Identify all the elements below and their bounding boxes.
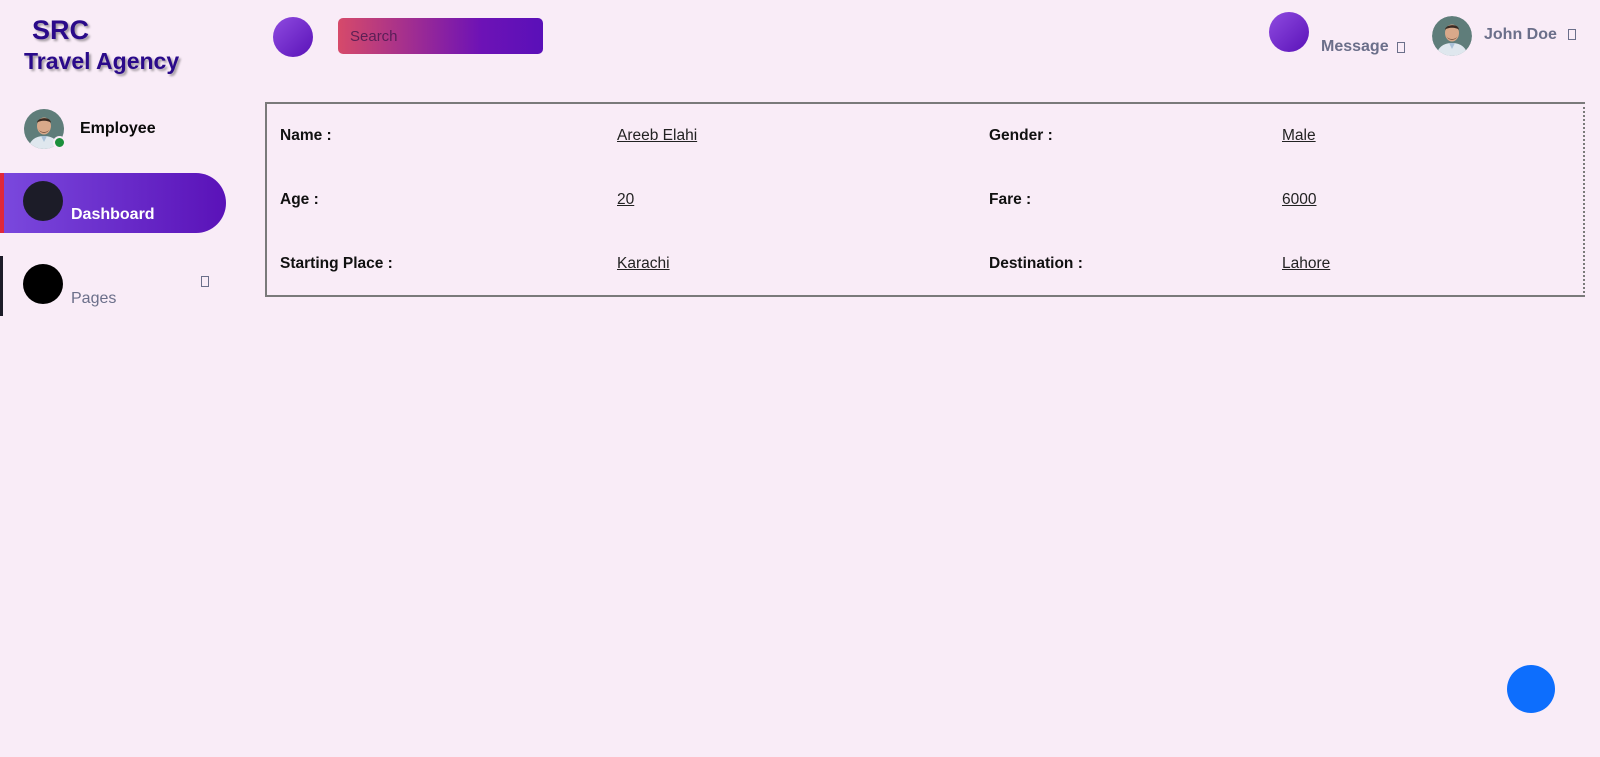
brand-logo[interactable]: SRC Travel Agency bbox=[24, 14, 179, 76]
sidebar-item-pages[interactable]: Pages bbox=[0, 256, 226, 316]
pages-icon bbox=[23, 264, 63, 304]
chevron-icon bbox=[201, 276, 209, 287]
person-photo-icon bbox=[1432, 16, 1472, 56]
details-row: Name : Areeb Elahi Gender : Male bbox=[267, 127, 1583, 151]
starting-place-label: Starting Place : bbox=[280, 255, 393, 272]
message-dropdown-icon[interactable] bbox=[1397, 42, 1405, 53]
destination-value[interactable]: Lahore bbox=[1282, 255, 1330, 273]
dashboard-icon bbox=[23, 181, 63, 221]
search-input[interactable] bbox=[338, 18, 543, 54]
menu-toggle-icon[interactable] bbox=[273, 17, 313, 57]
starting-place-value[interactable]: Karachi bbox=[617, 255, 670, 273]
user-avatar[interactable] bbox=[1432, 16, 1472, 56]
back-to-top-button[interactable] bbox=[1507, 665, 1555, 713]
avatar bbox=[24, 109, 66, 149]
brand-title: SRC bbox=[32, 15, 90, 45]
details-row: Age : 20 Fare : 6000 bbox=[267, 191, 1583, 215]
name-label: Name : bbox=[280, 127, 332, 144]
age-label: Age : bbox=[280, 191, 319, 208]
booking-details-panel: Name : Areeb Elahi Gender : Male Age : 2… bbox=[265, 102, 1585, 297]
user-dropdown-icon[interactable] bbox=[1568, 29, 1576, 40]
user-name[interactable]: John Doe bbox=[1484, 26, 1557, 44]
fare-value[interactable]: 6000 bbox=[1282, 191, 1316, 209]
gender-value[interactable]: Male bbox=[1282, 127, 1316, 145]
sidebar: SRC Travel Agency Employee Dashboard Pag… bbox=[0, 0, 240, 757]
sidebar-item-label: Pages bbox=[71, 290, 117, 307]
message-label[interactable]: Message bbox=[1321, 38, 1389, 56]
sidebar-item-dashboard[interactable]: Dashboard bbox=[0, 173, 226, 233]
gender-label: Gender : bbox=[989, 127, 1053, 144]
details-row: Starting Place : Karachi Destination : L… bbox=[267, 255, 1583, 279]
profile-role: Employee bbox=[80, 120, 156, 137]
sidebar-profile: Employee bbox=[24, 109, 156, 149]
age-value[interactable]: 20 bbox=[617, 191, 634, 209]
brand-subtitle: Travel Agency bbox=[24, 48, 180, 74]
sidebar-item-label: Dashboard bbox=[71, 206, 155, 223]
online-status-dot bbox=[53, 136, 66, 149]
destination-label: Destination : bbox=[989, 255, 1083, 272]
fare-label: Fare : bbox=[989, 191, 1032, 208]
name-value[interactable]: Areeb Elahi bbox=[617, 127, 697, 145]
message-icon[interactable] bbox=[1269, 12, 1309, 52]
